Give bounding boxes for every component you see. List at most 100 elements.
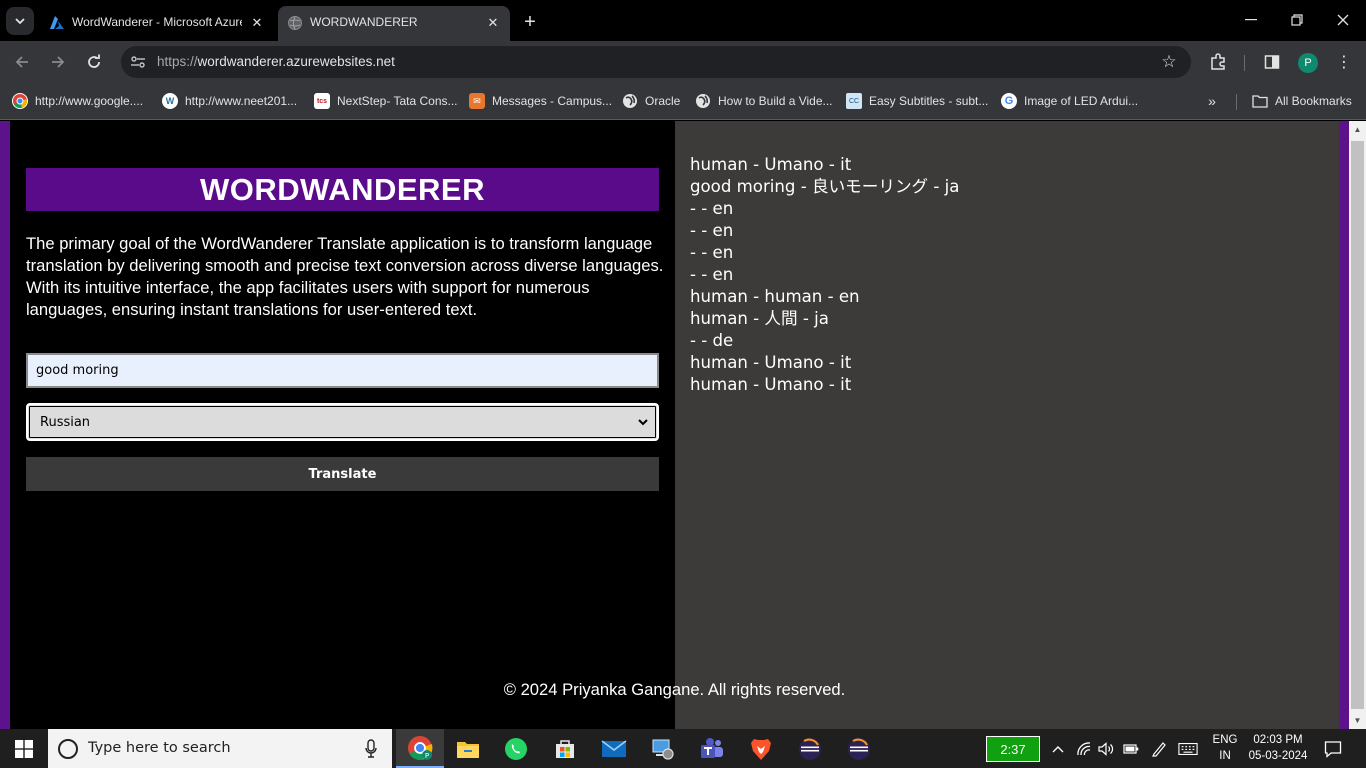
lang-code: ENG: [1212, 734, 1238, 746]
control-panel-icon: [652, 739, 674, 760]
taskbar-teams[interactable]: [688, 729, 736, 768]
bookmark-label: Messages - Campus...: [492, 94, 613, 108]
bookmark-label: How to Build a Vide...: [718, 94, 833, 108]
timer-badge[interactable]: 2:37: [986, 736, 1040, 762]
side-panel-button[interactable]: [1260, 50, 1284, 74]
chevron-down-icon: [638, 419, 648, 426]
scroll-up-arrow-icon[interactable]: ▲: [1349, 121, 1366, 138]
history-item: - - en: [690, 243, 734, 262]
bookmark-item[interactable]: tcs NextStep- Tata Cons...: [314, 92, 458, 110]
all-bookmarks-label: All Bookmarks: [1275, 94, 1352, 108]
chrome-icon: [12, 93, 28, 109]
reload-button[interactable]: [82, 50, 106, 74]
scroll-down-arrow-icon[interactable]: ▼: [1349, 712, 1366, 729]
history-item: - - en: [690, 199, 734, 218]
app-heading: WORDWANDERER: [26, 168, 659, 211]
close-icon[interactable]: ✕: [248, 14, 266, 32]
page-scrollbar[interactable]: ▲ ▼: [1349, 121, 1366, 729]
extensions-button[interactable]: [1206, 50, 1230, 74]
minimize-button[interactable]: [1228, 6, 1274, 34]
microphone-icon[interactable]: [364, 739, 378, 759]
bookmark-label: NextStep- Tata Cons...: [337, 94, 458, 108]
tab-wordwanderer[interactable]: WORDWANDERER ✕: [278, 6, 510, 41]
bookmark-item[interactable]: W http://www.neet201...: [162, 92, 297, 110]
keyboard-icon[interactable]: [1178, 739, 1198, 759]
close-icon[interactable]: ✕: [484, 14, 502, 32]
back-button[interactable]: [10, 50, 34, 74]
address-bar[interactable]: https://wordwanderer.azurewebsites.net ☆: [121, 46, 1191, 78]
menu-dots-icon[interactable]: ⋮: [1332, 50, 1356, 74]
pen-icon[interactable]: [1149, 739, 1169, 759]
taskbar-brave[interactable]: [737, 729, 785, 768]
app-description: The primary goal of the WordWanderer Tra…: [26, 234, 664, 319]
page-viewport: WORDWANDERER The primary goal of the Wor…: [0, 121, 1349, 729]
system-clock[interactable]: 02:03 PM 05-03-2024: [1246, 732, 1310, 764]
input-language-indicator[interactable]: ENG IN: [1208, 732, 1242, 764]
show-hidden-icons-chevron-icon[interactable]: [1048, 739, 1068, 759]
taskbar-store[interactable]: [541, 729, 589, 768]
bookmark-item[interactable]: CC Easy Subtitles - subt...: [846, 92, 988, 110]
taskbar-control-panel[interactable]: [639, 729, 687, 768]
text-input[interactable]: good moring: [26, 353, 659, 388]
bookmark-item[interactable]: How to Build a Vide...: [695, 92, 833, 110]
bookmark-item[interactable]: Oracle: [622, 92, 680, 110]
wordpress-icon: W: [162, 93, 178, 109]
volume-icon[interactable]: [1096, 739, 1116, 759]
clock-time: 02:03 PM: [1253, 734, 1303, 746]
taskbar-eclipse-2[interactable]: [835, 729, 883, 768]
puzzle-icon: [1211, 53, 1225, 70]
taskbar-chrome[interactable]: P: [396, 729, 444, 768]
page-footer: © 2024 Priyanka Gangane. All rights rese…: [503, 680, 846, 699]
arrow-right-icon: [52, 56, 65, 68]
language-select[interactable]: Russian: [26, 403, 659, 441]
start-button[interactable]: [0, 729, 48, 768]
profile-avatar[interactable]: P: [1298, 53, 1318, 73]
site-info-icon[interactable]: [129, 53, 147, 71]
more-bookmarks-icon[interactable]: »: [1202, 92, 1222, 110]
file-explorer-icon: [457, 741, 479, 758]
eclipse-icon: [799, 737, 821, 760]
tab-title: WORDWANDERER: [310, 15, 418, 29]
notifications-icon[interactable]: [1322, 738, 1344, 760]
url-text[interactable]: https://wordwanderer.azurewebsites.net: [157, 54, 395, 69]
chrome-icon: P: [408, 735, 433, 760]
globe-icon: [695, 93, 711, 109]
tab-search-button[interactable]: [6, 7, 34, 35]
scroll-thumb[interactable]: [1351, 141, 1364, 709]
network-icon[interactable]: [1074, 739, 1094, 759]
history-item: - - en: [690, 221, 734, 240]
bookmark-star-icon[interactable]: ☆: [1159, 52, 1179, 72]
teams-icon: [701, 737, 723, 758]
battery-icon[interactable]: [1121, 739, 1141, 759]
taskbar-mail[interactable]: [590, 729, 638, 768]
taskbar-eclipse[interactable]: [786, 729, 834, 768]
bookmark-item[interactable]: http://www.google....: [12, 92, 143, 110]
forward-button[interactable]: [46, 50, 70, 74]
lang-region: IN: [1219, 750, 1231, 762]
globe-icon: [287, 15, 303, 31]
cortana-icon: [58, 739, 78, 759]
reload-icon: [88, 54, 100, 68]
folder-icon: [1252, 93, 1268, 109]
close-window-button[interactable]: [1320, 6, 1366, 34]
tab-azure[interactable]: WordWanderer - Microsoft Azure ✕: [40, 6, 274, 41]
taskbar-search-box[interactable]: Type here to search: [48, 729, 392, 768]
bookmark-label: Easy Subtitles - subt...: [869, 94, 989, 108]
restore-icon: [1291, 14, 1303, 26]
translate-button[interactable]: Translate: [26, 457, 659, 491]
windows-logo-icon: [15, 739, 33, 758]
mail-icon: [601, 739, 627, 757]
eclipse-icon: [848, 737, 870, 760]
bookmark-item[interactable]: G Image of LED Ardui...: [1001, 92, 1138, 110]
taskbar-file-explorer[interactable]: [444, 729, 492, 768]
new-tab-button[interactable]: +: [518, 10, 542, 34]
subtitles-icon: CC: [846, 93, 862, 109]
bookmark-item[interactable]: ✉ Messages - Campus...: [469, 92, 612, 110]
translation-history: human - Umano - it good moring - 良いモーリング…: [690, 154, 1330, 396]
history-panel: human - Umano - it good moring - 良いモーリング…: [675, 121, 1339, 729]
side-panel-icon: [1264, 55, 1280, 69]
all-bookmarks-button[interactable]: All Bookmarks: [1252, 92, 1352, 110]
taskbar-whatsapp[interactable]: [492, 729, 540, 768]
restore-button[interactable]: [1274, 6, 1320, 34]
browser-toolbar: https://wordwanderer.azurewebsites.net ☆…: [0, 41, 1366, 83]
